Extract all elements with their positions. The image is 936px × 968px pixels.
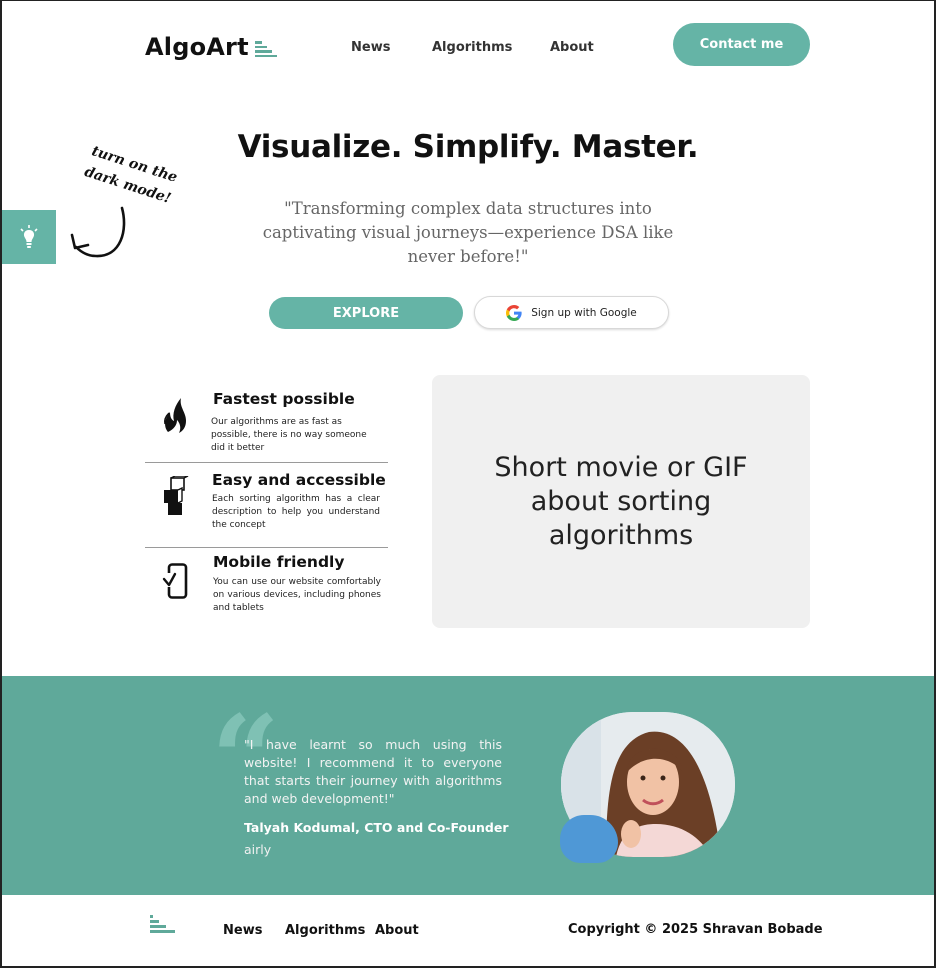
footer-logo-bars-icon[interactable] bbox=[150, 915, 175, 935]
google-icon bbox=[506, 304, 522, 321]
testimonial-company: airly bbox=[244, 842, 272, 857]
google-signup-button[interactable]: Sign up with Google bbox=[474, 296, 669, 329]
nav-about[interactable]: About bbox=[550, 40, 594, 55]
logo-bars-icon bbox=[254, 41, 277, 59]
footer-nav-algorithms[interactable]: Algorithms bbox=[285, 923, 365, 938]
feature-description: You can use our website comfortably on v… bbox=[213, 577, 381, 613]
media-placeholder-text: Short movie or GIF about sorting algorit… bbox=[494, 451, 748, 551]
mobile-check-icon bbox=[162, 563, 188, 599]
logo-text: AlgoArt bbox=[145, 33, 249, 61]
feature-title: Fastest possible bbox=[213, 390, 355, 408]
hero-subtitle: "Transforming complex data structures in… bbox=[262, 199, 674, 266]
media-placeholder[interactable]: Short movie or GIF about sorting algorit… bbox=[432, 375, 810, 628]
nav-news[interactable]: News bbox=[351, 40, 390, 55]
logo[interactable]: AlgoArt bbox=[145, 33, 277, 61]
explore-button[interactable]: EXPLORE bbox=[269, 297, 463, 329]
feature-divider bbox=[145, 462, 388, 463]
hero-title: Visualize. Simplify. Master. bbox=[237, 129, 699, 165]
testimonial-quote: "I have learnt so much using this websit… bbox=[244, 737, 502, 806]
flame-icon bbox=[164, 398, 186, 433]
lightbulb-icon bbox=[20, 225, 38, 248]
feature-divider bbox=[145, 547, 388, 548]
feature-title: Easy and accessible bbox=[212, 471, 386, 489]
testimonial-author: Talyah Kodumal, CTO and Co-Founder bbox=[244, 820, 509, 835]
footer-nav-news[interactable]: News bbox=[223, 923, 262, 938]
blocks-icon bbox=[164, 476, 189, 515]
dark-mode-toggle[interactable] bbox=[2, 210, 56, 264]
feature-description: Our algorithms are as fast as possible, … bbox=[211, 417, 367, 453]
curved-arrow-icon bbox=[70, 206, 126, 258]
feature-description: Each sorting algorithm has a clear descr… bbox=[212, 494, 380, 530]
feature-title: Mobile friendly bbox=[213, 553, 345, 571]
footer-nav-about[interactable]: About bbox=[375, 923, 419, 938]
google-signup-label: Sign up with Google bbox=[531, 306, 637, 319]
contact-button[interactable]: Contact me bbox=[673, 23, 810, 66]
decorative-blob bbox=[560, 815, 618, 863]
nav-algorithms[interactable]: Algorithms bbox=[432, 40, 512, 55]
copyright: Copyright © 2025 Shravan Bobade bbox=[568, 922, 823, 937]
